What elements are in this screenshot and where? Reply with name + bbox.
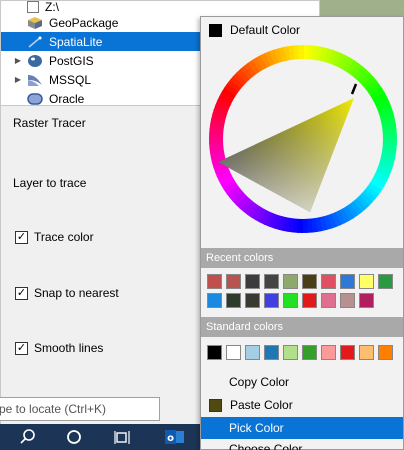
recent-color-swatch[interactable] [245, 293, 260, 308]
checkbox-label: Snap to nearest [34, 286, 119, 300]
folder-icon [27, 1, 39, 13]
standard-color-swatch[interactable] [226, 345, 241, 360]
postgis-icon [27, 54, 43, 68]
recent-color-swatch[interactable] [340, 293, 355, 308]
recent-colors-header: Recent colors [201, 248, 403, 268]
locator-placeholder: pe to locate (Ctrl+K) [0, 402, 107, 416]
recent-color-swatch[interactable] [283, 274, 298, 289]
recent-color-swatch[interactable] [359, 274, 374, 289]
pick-color-item[interactable]: Pick Color [201, 417, 403, 439]
standard-color-swatch[interactable] [359, 345, 374, 360]
standard-color-swatch[interactable] [245, 345, 260, 360]
tree-item-label: SpatiaLite [49, 34, 103, 49]
checkmark-icon: ✓ [15, 230, 28, 244]
standard-colors-header: Standard colors [201, 317, 403, 337]
cortana-icon[interactable] [64, 427, 84, 447]
recent-color-swatch[interactable] [302, 274, 317, 289]
choose-color-item[interactable]: Choose Color [201, 440, 403, 450]
expand-arrow-icon[interactable]: ▶ [11, 75, 25, 84]
recent-color-swatch[interactable] [207, 274, 222, 289]
snap-to-nearest-checkbox[interactable]: ✓ Snap to nearest [15, 286, 119, 300]
trace-color-checkbox[interactable]: ✓ Trace color [15, 230, 94, 244]
menu-item-label: Pick Color [229, 421, 284, 435]
hue-marker[interactable] [350, 83, 358, 95]
recent-color-swatch[interactable] [340, 274, 355, 289]
recent-colors-grid [207, 274, 394, 308]
panel-title: Raster Tracer [13, 116, 86, 130]
tree-item-label: Z:\ [45, 0, 59, 14]
smooth-lines-checkbox[interactable]: ✓ Smooth lines [15, 341, 103, 355]
menu-item-label: Choose Color [229, 442, 303, 450]
svg-text:o: o [167, 433, 174, 444]
recent-color-swatch[interactable] [378, 274, 393, 289]
raster-tracer-panel: Raster Tracer Layer to trace ✓ Trace col… [0, 106, 203, 424]
recent-color-swatch[interactable] [226, 293, 241, 308]
standard-color-swatch[interactable] [321, 345, 336, 360]
task-view-icon[interactable] [112, 427, 132, 447]
checkbox-label: Trace color [34, 230, 94, 244]
menu-item-label: Default Color [230, 23, 301, 37]
standard-color-swatch[interactable] [340, 345, 355, 360]
recent-color-swatch[interactable] [283, 293, 298, 308]
standard-colors-grid [207, 345, 394, 360]
outlook-icon[interactable]: o [164, 427, 184, 447]
standard-color-swatch[interactable] [283, 345, 298, 360]
paste-color-swatch [209, 398, 222, 412]
layer-to-trace-label: Layer to trace [13, 176, 87, 190]
menu-item-label: Paste Color [230, 398, 293, 412]
copy-color-item[interactable]: Copy Color [201, 371, 403, 393]
recent-color-swatch[interactable] [302, 293, 317, 308]
checkbox-label: Smooth lines [34, 341, 104, 355]
mssql-icon [27, 73, 43, 87]
recent-color-swatch[interactable] [207, 293, 222, 308]
recent-color-swatch[interactable] [264, 274, 279, 289]
geopackage-icon [27, 16, 43, 30]
locator-search-input[interactable]: pe to locate (Ctrl+K) [0, 397, 160, 421]
standard-color-swatch[interactable] [207, 345, 222, 360]
default-color-item[interactable]: Default Color [201, 19, 403, 41]
menu-item-label: Copy Color [229, 375, 290, 389]
color-wheel[interactable] [204, 44, 402, 234]
checkmark-icon: ✓ [15, 286, 28, 300]
recent-color-swatch[interactable] [321, 274, 336, 289]
recent-color-swatch[interactable] [226, 274, 241, 289]
oracle-icon [27, 92, 43, 106]
color-picker-popup: Default Color Recent colors Standard col… [200, 16, 404, 450]
tree-item-label: PostGIS [49, 53, 94, 68]
tree-item-label: MSSQL [49, 72, 92, 87]
recent-color-swatch[interactable] [321, 293, 336, 308]
recent-color-swatch[interactable] [264, 293, 279, 308]
hue-ring-segment[interactable] [298, 45, 304, 60]
recent-color-swatch[interactable] [359, 293, 374, 308]
search-icon[interactable] [18, 427, 38, 447]
tree-item-label: GeoPackage [49, 15, 119, 30]
paste-color-item[interactable]: Paste Color [201, 394, 403, 416]
standard-color-swatch[interactable] [302, 345, 317, 360]
tree-item-label: Oracle [49, 91, 85, 106]
standard-color-swatch[interactable] [264, 345, 279, 360]
checkmark-icon: ✓ [15, 341, 28, 355]
recent-color-swatch[interactable] [245, 274, 260, 289]
default-color-swatch [209, 23, 222, 37]
expand-arrow-icon[interactable]: ▶ [11, 56, 25, 65]
standard-color-swatch[interactable] [378, 345, 393, 360]
spatialite-icon [27, 35, 43, 49]
